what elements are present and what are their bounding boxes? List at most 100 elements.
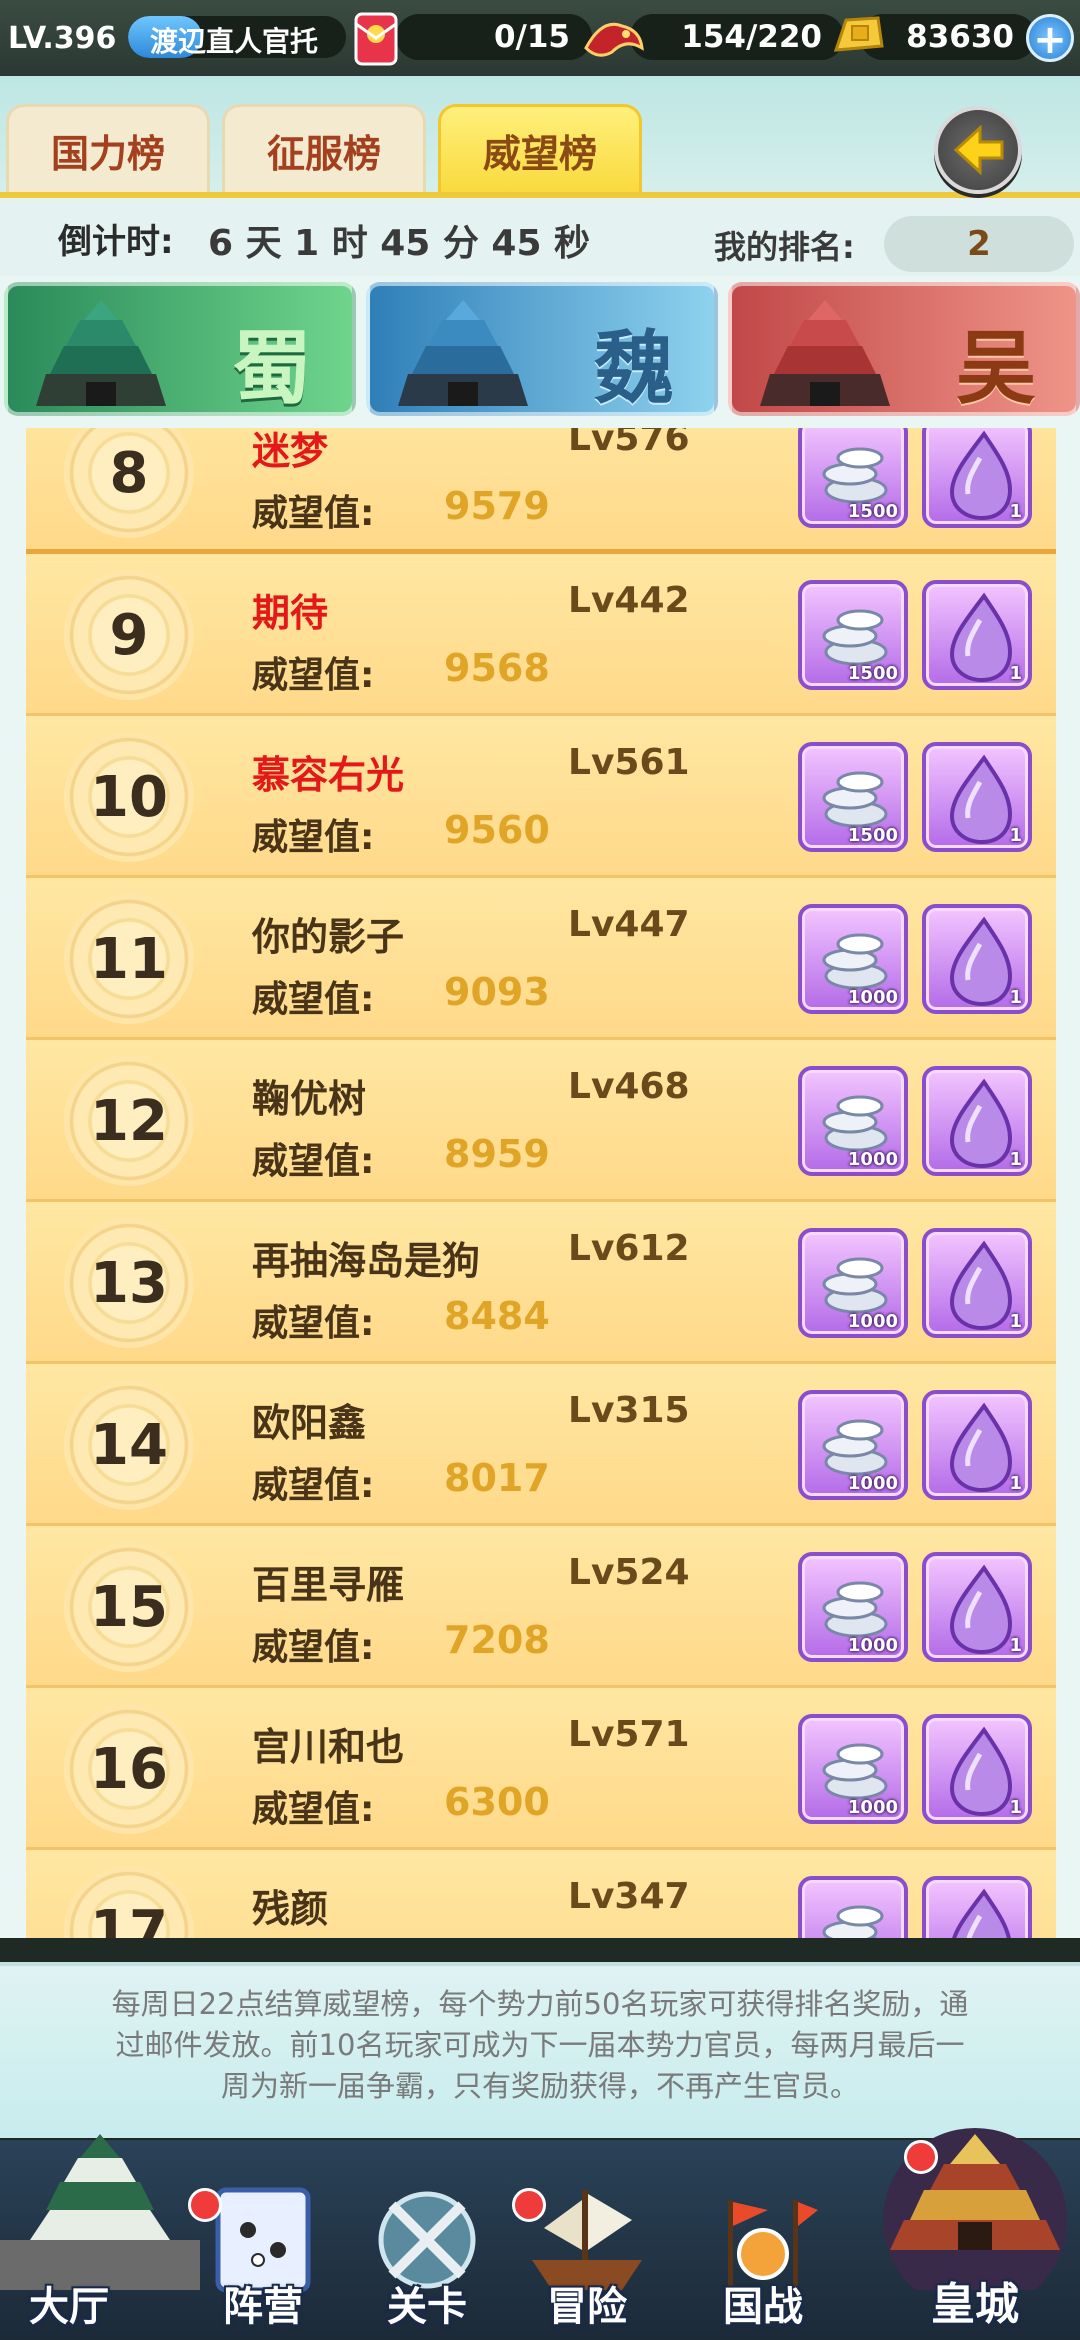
- my-rank-label: 我的排名:: [714, 228, 855, 266]
- reward-purple-drop[interactable]: 1: [922, 904, 1032, 1014]
- nav-adventure[interactable]: 冒险: [512, 2150, 662, 2340]
- reward-silver-coins[interactable]: 1000: [798, 1228, 908, 1338]
- quest-tracker[interactable]: 渡辺直人官托: [128, 16, 346, 58]
- back-button[interactable]: [934, 106, 1022, 194]
- reward-purple-drop[interactable]: 1: [922, 580, 1032, 690]
- reward-purple-drop[interactable]: 1: [922, 1390, 1032, 1500]
- nav-stage[interactable]: 关卡: [352, 2150, 502, 2340]
- player-level: Lv447: [568, 904, 690, 945]
- prestige-label: 威望值:: [252, 1141, 375, 1182]
- nav-badge-camp: [188, 2188, 222, 2222]
- tab-national-power[interactable]: 国力榜: [6, 104, 210, 194]
- reward-purple-drop[interactable]: 1: [922, 1552, 1032, 1662]
- reward-purple-drop[interactable]: 1: [922, 742, 1032, 852]
- my-rank-value: 2: [884, 216, 1074, 272]
- reward-silver-coins[interactable]: 1500: [798, 428, 908, 528]
- nav-label-imperial-city: 皇城: [931, 2279, 1019, 2330]
- player-level: Lv571: [568, 1714, 690, 1755]
- reward-qty: 1: [1009, 1635, 1022, 1656]
- nav-badge-adventure: [512, 2188, 546, 2222]
- countdown-value: 6 天 1 时 45 分 45 秒: [208, 223, 591, 264]
- faction-tab-wei[interactable]: 魏: [366, 282, 718, 416]
- ranking-list-inner: 8 迷梦 Lv576 威望值: 9579 1500 1 9 期待 Lv442 威望值: 9568 150…: [26, 428, 1056, 1938]
- ranking-row[interactable]: 10 慕容右光 Lv561 威望值: 9560 1500 1: [26, 716, 1056, 878]
- purple-drop-icon: [949, 1078, 1013, 1168]
- tab-conquest[interactable]: 征服榜: [222, 104, 426, 194]
- ranking-row[interactable]: 8 迷梦 Lv576 威望值: 9579 1500 1: [26, 428, 1056, 554]
- player-level: Lv561: [568, 742, 690, 783]
- prestige-value: 6300: [444, 1780, 550, 1824]
- prestige-label: 威望值:: [252, 1465, 375, 1506]
- reward-silver-coins[interactable]: 1000: [798, 904, 908, 1014]
- reward-silver-coins[interactable]: 1000: [798, 1714, 908, 1824]
- player-name: 残颜: [252, 1887, 329, 1931]
- nav-lobby[interactable]: 大厅: [0, 2110, 210, 2340]
- rank-badge: 14: [64, 1380, 194, 1510]
- add-gold-button[interactable]: +: [1026, 14, 1074, 63]
- red-envelope-icon[interactable]: [344, 6, 408, 70]
- player-name: 宫川和也: [252, 1725, 405, 1769]
- nav-imperial-city[interactable]: 皇城: [870, 2110, 1080, 2340]
- player-name: 再抽海岛是狗: [252, 1239, 481, 1283]
- rank-badge: 10: [64, 732, 194, 862]
- purple-drop-icon: [949, 592, 1013, 682]
- player-name: 百里寻雁: [252, 1563, 405, 1607]
- reward-silver-coins[interactable]: 1000: [798, 1066, 908, 1176]
- nav-label-lobby: 大厅: [29, 2284, 109, 2330]
- faction-name-wu: 吴: [956, 321, 1036, 415]
- purple-drop-icon: [949, 916, 1013, 1006]
- reward-purple-drop[interactable]: 1: [922, 1228, 1032, 1338]
- nav-national-war[interactable]: 国战: [688, 2150, 838, 2340]
- castle-icon: [760, 300, 890, 406]
- faction-tab-shu[interactable]: 蜀: [4, 282, 356, 416]
- ranking-row[interactable]: 9 期待 Lv442 威望值: 9568 1500 1: [26, 554, 1056, 716]
- prestige-label: 威望值:: [252, 493, 375, 534]
- reward-silver-coins[interactable]: [798, 1876, 908, 1938]
- ranking-row[interactable]: 15 百里寻雁 Lv524 威望值: 7208 1000 1: [26, 1526, 1056, 1688]
- reward-qty: 1: [1009, 1149, 1022, 1170]
- faction-tab-wu[interactable]: 吴: [728, 282, 1080, 416]
- prestige-value: 8959: [444, 1132, 550, 1176]
- reward-purple-drop[interactable]: 1: [922, 428, 1032, 528]
- reward-qty: 1000: [847, 1149, 898, 1170]
- purple-drop-icon: [949, 1402, 1013, 1492]
- ranking-row[interactable]: 12 鞠优树 Lv468 威望值: 8959 1000 1: [26, 1040, 1056, 1202]
- reward-silver-coins[interactable]: 1000: [798, 1390, 908, 1500]
- back-arrow-icon: [953, 124, 1004, 176]
- reward-purple-drop[interactable]: 1: [922, 1714, 1032, 1824]
- ranking-row[interactable]: 17残颜Lv347威望值:: [26, 1850, 1056, 1938]
- ranking-row[interactable]: 11 你的影子 Lv447 威望值: 9093 1000 1: [26, 878, 1056, 1040]
- rank-badge: 11: [64, 894, 194, 1024]
- lobby-castle-icon: [0, 2134, 200, 2290]
- ranking-row[interactable]: 14 欧阳鑫 Lv315 威望值: 8017 1000 1: [26, 1364, 1056, 1526]
- reward-silver-coins[interactable]: 1500: [798, 742, 908, 852]
- reward-purple-drop[interactable]: [922, 1876, 1032, 1938]
- reward-qty: 1000: [847, 1797, 898, 1818]
- purple-drop-icon: [949, 1240, 1013, 1330]
- faction-name-shu: 蜀: [232, 321, 312, 415]
- ranking-row[interactable]: 16 宫川和也 Lv571 威望值: 6300 1000 1: [26, 1688, 1056, 1850]
- purple-drop-icon: [952, 1888, 1011, 1938]
- nav-label-adventure: 冒险: [547, 2284, 627, 2330]
- tab-prestige[interactable]: 威望榜: [438, 104, 642, 194]
- prestige-value: 8484: [444, 1294, 550, 1338]
- player-name: 慕容右光: [252, 753, 405, 797]
- reward-purple-drop[interactable]: 1: [922, 1066, 1032, 1176]
- nav-label-national-war: 国战: [723, 2284, 803, 2330]
- rank-badge: 17: [64, 1866, 194, 1938]
- stamina-value: 154/220: [681, 19, 822, 55]
- reward-qty: 1500: [847, 501, 898, 522]
- reward-silver-coins[interactable]: 1500: [798, 580, 908, 690]
- reward-silver-coins[interactable]: 1000: [798, 1552, 908, 1662]
- player-name: 迷梦: [252, 429, 329, 473]
- player-level: Lv442: [568, 580, 690, 621]
- ranking-row[interactable]: 13 再抽海岛是狗 Lv612 威望值: 8484 1000 1: [26, 1202, 1056, 1364]
- ranking-list[interactable]: 8 迷梦 Lv576 威望值: 9579 1500 1 9 期待 Lv442 威望值: 9568 150…: [0, 428, 1080, 1938]
- reward-qty: 1: [1009, 1473, 1022, 1494]
- reward-qty: 1500: [847, 825, 898, 846]
- reward-qty: 1000: [847, 1635, 898, 1656]
- fire-dragon-icon[interactable]: [582, 6, 646, 70]
- prestige-label: 威望值:: [252, 1627, 375, 1668]
- nav-camp[interactable]: 阵营: [188, 2150, 338, 2340]
- rank-badge: 8: [64, 428, 194, 538]
